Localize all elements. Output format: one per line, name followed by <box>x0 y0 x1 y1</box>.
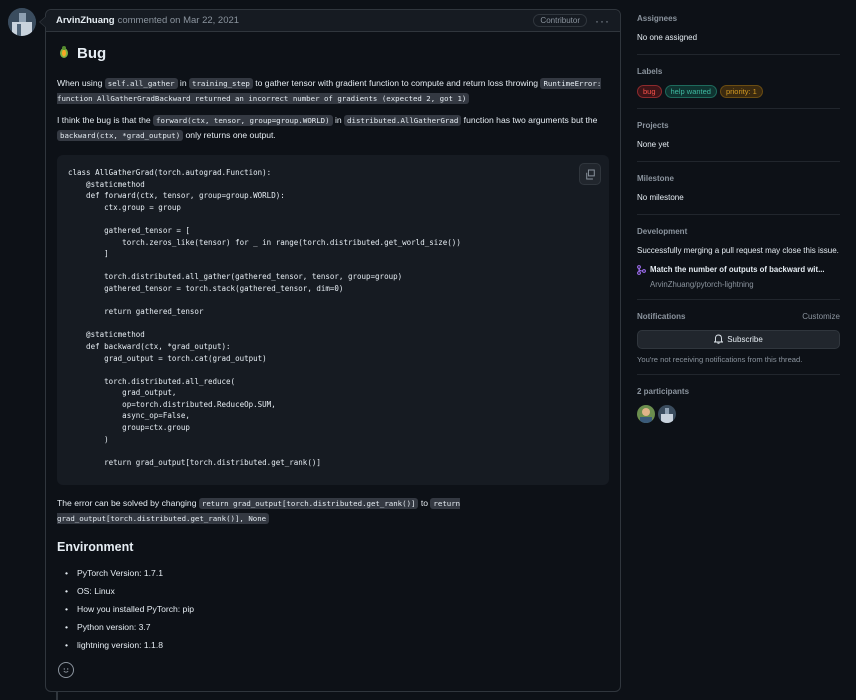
participant-avatar[interactable] <box>637 405 655 423</box>
label-help-wanted[interactable]: help wanted <box>664 85 717 98</box>
label-priority-1[interactable]: priority: 1 <box>719 85 763 98</box>
list-item: How you installed PyTorch: pip <box>57 600 609 618</box>
labels-list: bug help wanted priority: 1 <box>637 85 840 98</box>
text: only returns one output. <box>183 130 276 140</box>
inline-code: forward(ctx, tensor, group=group.WORLD) <box>153 115 333 126</box>
text: The error can be solved by changing <box>57 498 199 508</box>
assignees-label[interactable]: Assignees <box>637 14 677 23</box>
author-avatar[interactable] <box>8 8 36 36</box>
development-label[interactable]: Development <box>637 227 687 236</box>
label-bug[interactable]: bug <box>637 85 662 98</box>
inline-code: training_step <box>189 78 253 89</box>
list-item: Python version: 3.7 <box>57 618 609 636</box>
text: When using <box>57 78 105 88</box>
comment-timestamp[interactable]: commented on Mar 22, 2021 <box>118 15 239 26</box>
more-options-icon[interactable]: ··· <box>595 15 610 27</box>
projects-value: None yet <box>637 140 670 149</box>
comment-header: ArvinZhuang commented on Mar 22, 2021 Co… <box>39 10 620 32</box>
bug-emoji-icon <box>57 45 71 62</box>
labels-title[interactable]: Labels <box>637 67 840 76</box>
comment-author[interactable]: ArvinZhuang <box>56 15 115 26</box>
notifications-label: Notifications <box>637 312 686 321</box>
text: to gather tensor with gradient function … <box>252 78 541 88</box>
participants-label: 2 participants <box>637 387 690 396</box>
milestone-label[interactable]: Milestone <box>637 174 674 183</box>
labels-section: Labels bug help wanted priority: 1 <box>637 67 840 109</box>
bell-icon <box>713 334 724 346</box>
projects-title[interactable]: Projects <box>637 121 840 130</box>
contributor-badge: Contributor <box>533 14 587 27</box>
add-reaction-smiley-icon[interactable] <box>58 662 74 678</box>
environment-list: PyTorch Version: 1.7.1 OS: Linux How you… <box>57 564 609 654</box>
code-content: class AllGatherGrad(torch.autograd.Funct… <box>68 168 461 467</box>
text: function has two arguments but the <box>461 115 598 125</box>
text: in <box>177 78 189 88</box>
code-block: class AllGatherGrad(torch.autograd.Funct… <box>57 155 609 485</box>
comment-title: Bug <box>77 45 107 62</box>
notifications-section: Notifications Customize Subscribe You're … <box>637 312 840 375</box>
inline-code: return grad_output[torch.distributed.get… <box>198 498 419 509</box>
notification-status: You're not receiving notifications from … <box>637 355 803 364</box>
inline-code: backward(ctx, *grad_output) <box>57 130 184 141</box>
milestone-title[interactable]: Milestone <box>637 174 840 183</box>
assignees-title[interactable]: Assignees <box>637 14 840 23</box>
paragraph-2: I think the bug is that the forward(ctx,… <box>57 113 609 143</box>
environment-heading: Environment <box>57 540 134 554</box>
inline-code: distributed.AllGatherGrad <box>344 115 462 126</box>
assignees-value: No one assigned <box>637 33 698 42</box>
participants-list <box>637 405 840 423</box>
development-title[interactable]: Development <box>637 227 840 236</box>
text: I think the bug is that the <box>57 115 154 125</box>
milestone-section: Milestone No milestone <box>637 174 840 215</box>
list-item: lightning version: 1.1.8 <box>57 636 609 654</box>
customize-link[interactable]: Customize <box>802 312 840 321</box>
pull-request-repo[interactable]: ArvinZhuang/pytorch-lightning <box>650 280 840 289</box>
comment-heading: Bug <box>57 45 609 62</box>
pull-request-title[interactable]: Match the number of outputs of backward … <box>650 265 825 277</box>
inline-code: self.all_gather <box>104 78 178 89</box>
projects-section: Projects None yet <box>637 121 840 162</box>
development-text: Successfully merging a pull request may … <box>637 246 839 255</box>
list-item: OS: Linux <box>57 582 609 600</box>
comment-caret-inner <box>40 16 47 28</box>
issue-comment: ArvinZhuang commented on Mar 22, 2021 Co… <box>39 9 621 692</box>
notifications-title: Notifications Customize <box>637 312 840 321</box>
participant-avatar[interactable] <box>658 405 676 423</box>
paragraph-3: The error can be solved by changing retu… <box>57 496 609 526</box>
development-section: Development Successfully merging a pull … <box>637 227 840 300</box>
labels-label[interactable]: Labels <box>637 67 662 76</box>
subscribe-button[interactable]: Subscribe <box>637 330 840 349</box>
subscribe-label: Subscribe <box>727 335 763 344</box>
participants-section: 2 participants <box>637 387 840 423</box>
text: in <box>332 115 345 125</box>
paragraph-1: When using self.all_gather in training_s… <box>57 76 609 106</box>
issue-sidebar: Assignees No one assigned Labels bug hel… <box>637 14 840 423</box>
linked-pull-request[interactable]: Match the number of outputs of backward … <box>637 265 840 277</box>
text: to <box>418 498 431 508</box>
list-item: PyTorch Version: 1.7.1 <box>57 564 609 582</box>
comment-body: Bug When using self.all_gather in traini… <box>46 32 620 664</box>
projects-label[interactable]: Projects <box>637 121 669 130</box>
participants-title: 2 participants <box>637 387 840 396</box>
copy-icon[interactable] <box>579 163 601 185</box>
pull-request-merged-icon <box>637 265 646 277</box>
milestone-value: No milestone <box>637 193 684 202</box>
assignees-section: Assignees No one assigned <box>637 14 840 55</box>
